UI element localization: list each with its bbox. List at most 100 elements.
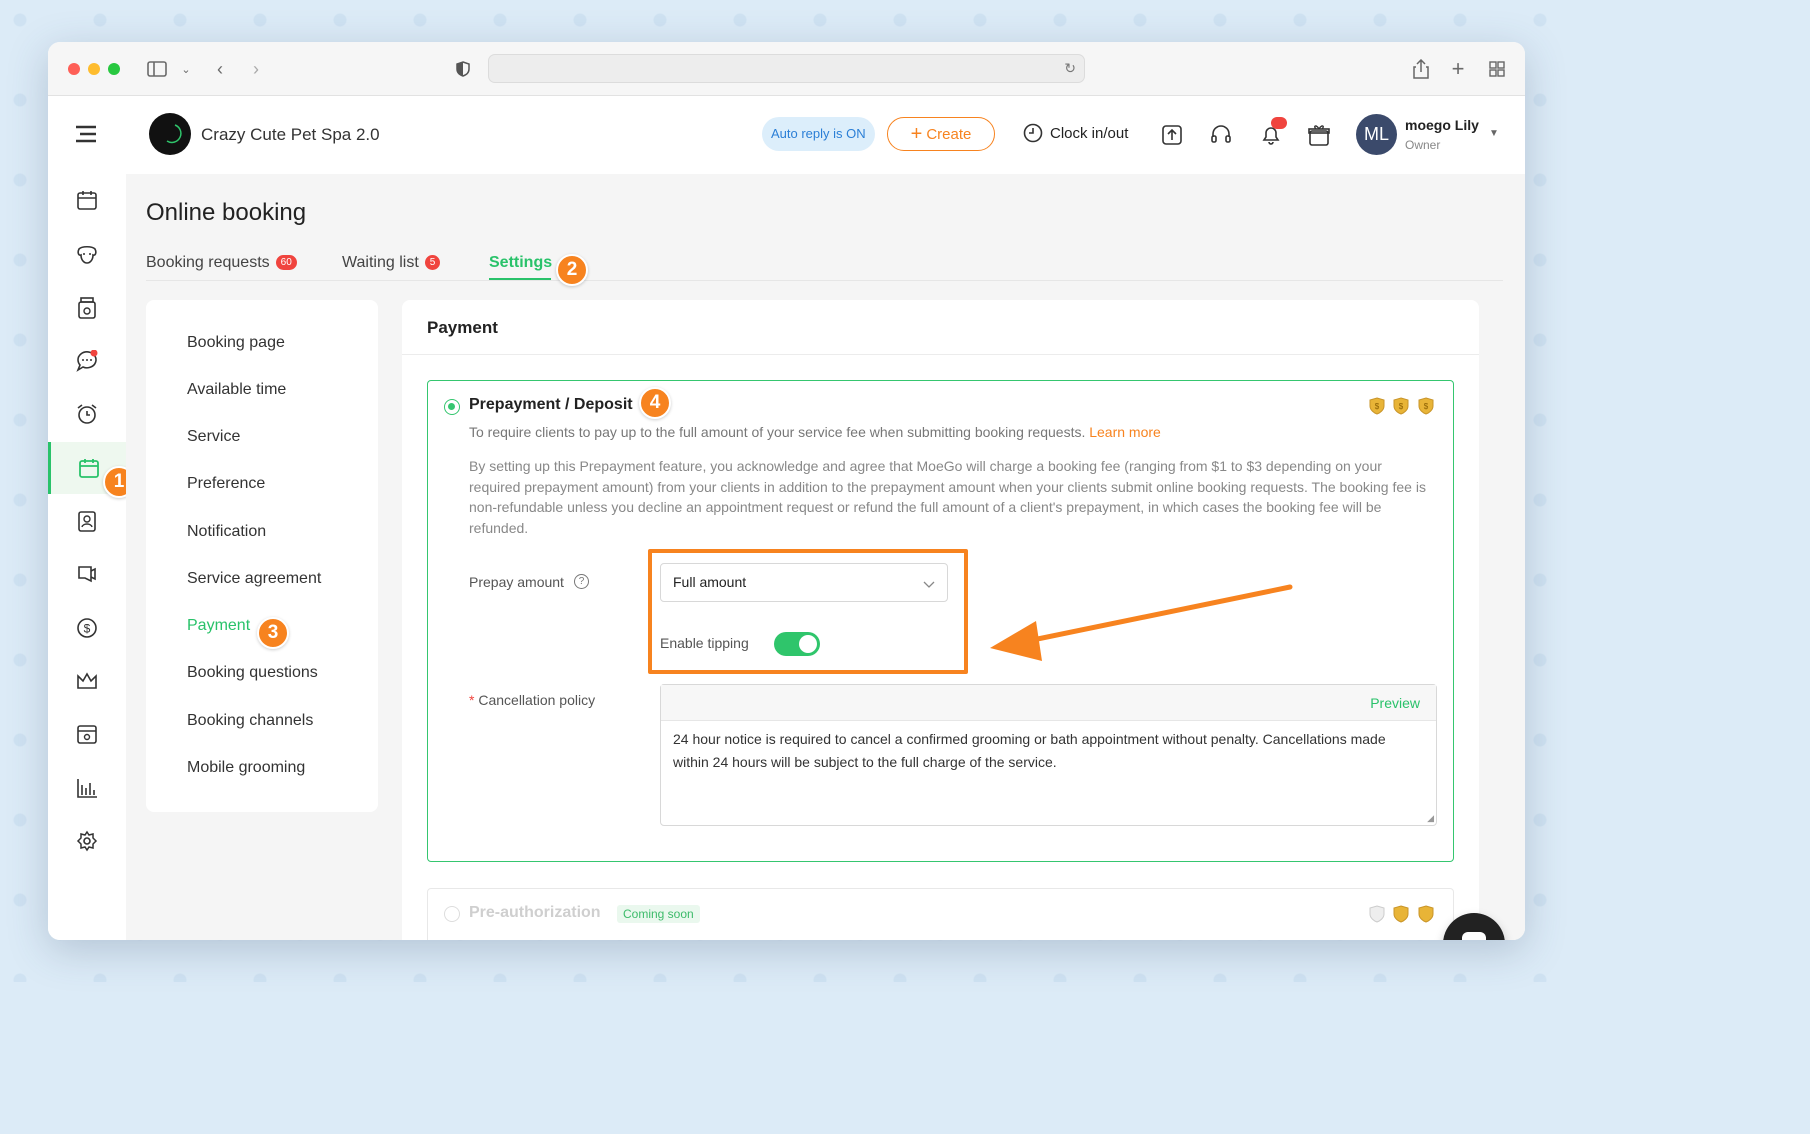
sidebar-item-staff[interactable] xyxy=(48,495,126,547)
sidebar: $ 1 xyxy=(48,174,135,940)
sidebar-item-messages[interactable] xyxy=(48,335,126,387)
gift-icon[interactable] xyxy=(1308,123,1330,152)
svg-text:$: $ xyxy=(1399,402,1404,411)
minimize-window-button[interactable] xyxy=(88,63,100,75)
caret-down-icon[interactable]: ▼ xyxy=(1489,128,1499,139)
sidebar-item-memberships[interactable] xyxy=(48,655,126,707)
submenu-item-booking-questions[interactable]: Booking questions xyxy=(187,664,318,682)
tab-overview-icon[interactable] xyxy=(1486,58,1508,80)
tab-booking-requests[interactable]: Booking requests 60 xyxy=(146,254,297,272)
tabs-divider xyxy=(146,280,1503,281)
payment-panel: Payment Prepayment / Deposit 4 $ $ $ To … xyxy=(402,300,1479,940)
shield-icon xyxy=(1418,905,1434,923)
annotation-badge-4: 4 xyxy=(639,387,671,419)
dog-icon xyxy=(77,245,97,264)
maximize-window-button[interactable] xyxy=(108,63,120,75)
back-icon[interactable]: ‹ xyxy=(209,58,231,80)
prepayment-notice: By setting up this Prepayment feature, y… xyxy=(469,458,1426,536)
submenu-item-service-agreement[interactable]: Service agreement xyxy=(187,570,321,588)
booking-calendar-icon xyxy=(78,459,99,478)
textarea-toolbar xyxy=(661,685,1436,721)
preauthorization-option-card[interactable]: Pre-authorization Coming soon xyxy=(427,888,1454,940)
sidebar-item-agreements[interactable] xyxy=(48,708,126,760)
sidebar-item-reports[interactable] xyxy=(48,762,126,814)
avatar[interactable]: ML xyxy=(1356,114,1397,155)
shield-icon xyxy=(1369,905,1385,923)
sidebar-item-calendar[interactable] xyxy=(48,174,126,226)
submenu-item-notification[interactable]: Notification xyxy=(187,523,266,541)
preauthorization-radio[interactable] xyxy=(444,906,460,922)
submenu-item-service[interactable]: Service xyxy=(187,428,240,446)
chat-bubble-icon xyxy=(1462,932,1486,940)
megaphone-icon xyxy=(78,566,96,583)
prepayment-description: To require clients to pay up to the full… xyxy=(469,424,1161,440)
count-badge: 60 xyxy=(275,255,297,271)
menu-icon[interactable] xyxy=(74,125,98,148)
address-bar[interactable]: ↻ xyxy=(488,54,1085,83)
resize-handle-icon[interactable]: ◢ xyxy=(1427,813,1434,824)
calendar-heart-icon xyxy=(77,725,97,744)
calendar-icon xyxy=(77,191,97,210)
help-icon[interactable]: ? xyxy=(574,574,589,589)
user-name[interactable]: moego Lily xyxy=(1405,117,1479,133)
sidebar-item-finance[interactable]: $ xyxy=(48,602,126,654)
pet-store-icon xyxy=(78,297,96,319)
submenu-item-available-time[interactable]: Available time xyxy=(187,381,286,399)
browser-titlebar: ⌄ ‹ › ↻ + xyxy=(48,42,1525,96)
alarm-clock-icon xyxy=(77,404,97,424)
close-window-button[interactable] xyxy=(68,63,80,75)
new-tab-icon[interactable]: + xyxy=(1447,56,1469,81)
submenu-item-mobile-grooming[interactable]: Mobile grooming xyxy=(187,759,305,777)
sidebar-item-retail[interactable] xyxy=(48,282,126,334)
reload-icon[interactable]: ↻ xyxy=(1064,60,1076,77)
cancellation-policy-textarea[interactable]: Preview 24 hour notice is required to ca… xyxy=(660,684,1437,826)
prepayment-option-card[interactable]: Prepayment / Deposit 4 $ $ $ To require … xyxy=(427,380,1454,862)
submenu-item-preference[interactable]: Preference xyxy=(187,475,265,493)
sidebar-toggle-icon[interactable] xyxy=(146,58,168,80)
annotation-badge-3: 3 xyxy=(257,617,289,649)
sidebar-item-settings[interactable] xyxy=(48,815,126,867)
sidebar-item-reminders[interactable] xyxy=(48,388,126,440)
cancellation-policy-content: 24 hour notice is required to cancel a c… xyxy=(673,731,1386,770)
browser-window: ⌄ ‹ › ↻ + Crazy Cute Pet Spa 2.0 Auto re… xyxy=(48,42,1525,940)
tab-settings[interactable]: Settings xyxy=(489,254,552,272)
auto-reply-status[interactable]: Auto reply is ON xyxy=(762,117,875,151)
create-label: Create xyxy=(926,125,972,143)
prepayment-title: Prepayment / Deposit xyxy=(469,396,633,413)
panel-title: Payment xyxy=(427,318,498,337)
tab-label: Settings xyxy=(489,254,553,271)
business-name[interactable]: Crazy Cute Pet Spa 2.0 xyxy=(201,125,380,145)
prepay-amount-label: Prepay amount xyxy=(469,574,564,590)
shield-privacy-icon[interactable] xyxy=(452,58,474,80)
svg-text:$: $ xyxy=(1375,402,1380,411)
headset-support-icon[interactable] xyxy=(1210,124,1232,151)
preauthorization-title: Pre-authorization xyxy=(469,904,601,921)
preview-button[interactable]: Preview xyxy=(1370,695,1420,711)
submenu-item-booking-page[interactable]: Booking page xyxy=(187,334,285,352)
bar-chart-icon xyxy=(77,779,97,798)
upload-icon[interactable] xyxy=(1161,124,1183,151)
share-icon[interactable] xyxy=(1410,58,1432,80)
shield-icon: $ xyxy=(1393,397,1409,415)
chevron-down-icon[interactable]: ⌄ xyxy=(175,58,197,80)
notification-badge xyxy=(1271,117,1287,129)
notification-bell-icon[interactable] xyxy=(1259,117,1287,152)
cancellation-policy-text: Cancellation policy xyxy=(478,692,596,708)
settings-submenu: Booking page Available time Service Pref… xyxy=(146,300,378,812)
create-button[interactable]: + Create xyxy=(887,117,995,151)
description-text: To require clients to pay up to the full… xyxy=(469,424,1086,440)
top-navigation-bar: Crazy Cute Pet Spa 2.0 Auto reply is ON … xyxy=(48,96,1525,174)
business-logo[interactable] xyxy=(149,113,191,155)
prepayment-radio[interactable] xyxy=(444,399,460,415)
tab-waiting-list[interactable]: Waiting list 5 xyxy=(342,254,441,272)
clock-in-out-button[interactable]: Clock in/out xyxy=(1023,123,1128,143)
learn-more-link[interactable]: Learn more xyxy=(1089,424,1161,440)
sidebar-item-marketing[interactable] xyxy=(48,548,126,600)
panel-divider xyxy=(402,354,1479,355)
forward-icon[interactable]: › xyxy=(245,58,267,80)
submenu-item-payment[interactable]: Payment xyxy=(187,617,250,635)
sidebar-item-pets[interactable] xyxy=(48,228,126,280)
crown-icon xyxy=(77,672,97,689)
submenu-item-booking-channels[interactable]: Booking channels xyxy=(187,712,313,730)
shield-icon: $ xyxy=(1369,397,1385,415)
